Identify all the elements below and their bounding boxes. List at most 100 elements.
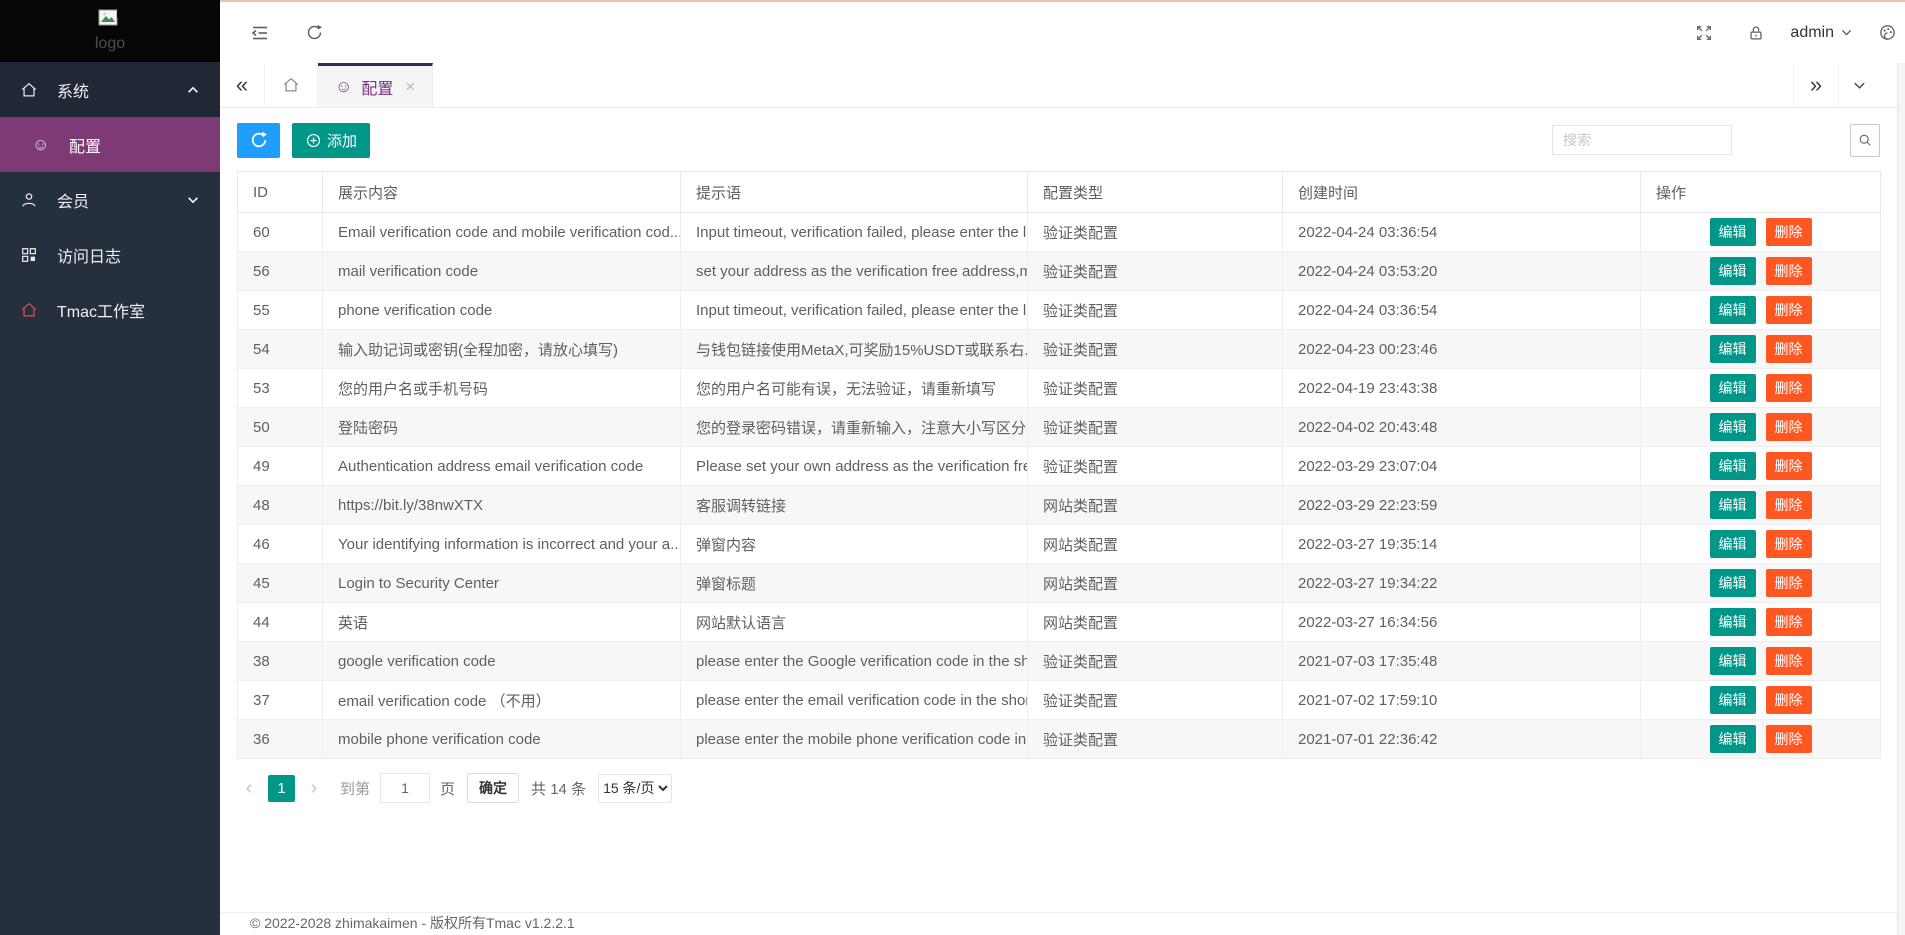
row-actions: 编辑删除 [1641, 564, 1881, 603]
row-tip: 弹窗标题 [681, 564, 1028, 603]
edit-button[interactable]: 编辑 [1710, 686, 1756, 714]
row-type: 网站类配置 [1028, 525, 1283, 564]
table-row: 49Authentication address email verificat… [238, 447, 1881, 486]
sidebar-item-studio[interactable]: Tmac工作室 [0, 282, 220, 337]
delete-button[interactable]: 删除 [1766, 296, 1812, 324]
row-tip: set your address as the verification fre… [681, 252, 1028, 291]
row-content: Your identifying information is incorrec… [323, 525, 681, 564]
add-button[interactable]: 添加 [292, 123, 370, 158]
table-row: 45Login to Security Center弹窗标题网站类配置2022-… [238, 564, 1881, 603]
row-created: 2021-07-02 17:59:10 [1283, 681, 1641, 720]
edit-button[interactable]: 编辑 [1710, 413, 1756, 441]
home-icon [282, 76, 300, 94]
row-type: 验证类配置 [1028, 213, 1283, 252]
row-type: 验证类配置 [1028, 330, 1283, 369]
delete-button[interactable]: 删除 [1766, 257, 1812, 285]
search-button[interactable] [1850, 124, 1880, 157]
fullscreen-icon[interactable] [1686, 15, 1722, 51]
row-id: 60 [238, 213, 323, 252]
row-type: 验证类配置 [1028, 408, 1283, 447]
row-content: google verification code [323, 642, 681, 681]
edit-button[interactable]: 编辑 [1710, 296, 1756, 324]
row-actions: 编辑删除 [1641, 525, 1881, 564]
row-actions: 编辑删除 [1641, 291, 1881, 330]
home-icon [20, 81, 44, 99]
sidebar-item-config[interactable]: ☺ 配置 [0, 117, 220, 172]
row-content: Login to Security Center [323, 564, 681, 603]
delete-button[interactable]: 删除 [1766, 491, 1812, 519]
delete-button[interactable]: 删除 [1766, 374, 1812, 402]
confirm-page-button[interactable]: 确定 [467, 773, 519, 803]
pagination: ‹ 1 › 到第 页 确定 共 14 条 15 条/页 [237, 773, 1880, 803]
row-id: 37 [238, 681, 323, 720]
scroll-tabs-right-button[interactable]: » [1793, 63, 1838, 107]
delete-button[interactable]: 删除 [1766, 569, 1812, 597]
total-count-label: 共 14 条 [531, 778, 586, 799]
row-tip: 弹窗内容 [681, 525, 1028, 564]
table-row: 50登陆密码您的登录密码错误，请重新输入，注意大小写区分...验证类配置2022… [238, 408, 1881, 447]
column-header-content: 展示内容 [323, 172, 681, 213]
edit-button[interactable]: 编辑 [1710, 569, 1756, 597]
row-content: email verification code （不用） [323, 681, 681, 720]
edit-button[interactable]: 编辑 [1710, 491, 1756, 519]
row-type: 验证类配置 [1028, 681, 1283, 720]
row-actions: 编辑删除 [1641, 603, 1881, 642]
edit-button[interactable]: 编辑 [1710, 335, 1756, 363]
edit-button[interactable]: 编辑 [1710, 374, 1756, 402]
goto-page-input[interactable] [380, 773, 430, 803]
topbar: admin [220, 2, 1905, 63]
delete-button[interactable]: 删除 [1766, 452, 1812, 480]
delete-button[interactable]: 删除 [1766, 647, 1812, 675]
delete-button[interactable]: 删除 [1766, 335, 1812, 363]
prev-page-button[interactable]: ‹ [237, 774, 261, 802]
refresh-icon[interactable] [296, 15, 332, 51]
close-icon[interactable]: × [405, 77, 415, 97]
row-id: 55 [238, 291, 323, 330]
tab-home[interactable] [264, 63, 318, 107]
home-icon-red [20, 301, 44, 319]
edit-button[interactable]: 编辑 [1710, 257, 1756, 285]
sidebar-item-access-log[interactable]: 访问日志 [0, 227, 220, 282]
content-panel: 添加 ID 展示内容 提示语 配置类型 [220, 108, 1905, 803]
sidebar-item-label: 访问日志 [57, 243, 121, 267]
lock-icon[interactable] [1738, 15, 1774, 51]
delete-button[interactable]: 删除 [1766, 608, 1812, 636]
edit-button[interactable]: 编辑 [1710, 608, 1756, 636]
footer: © 2022-2028 zhimakaimen - 版权所有Tmac v1.2.… [220, 912, 1905, 935]
edit-button[interactable]: 编辑 [1710, 725, 1756, 753]
row-tip: 客服调转链接 [681, 486, 1028, 525]
edit-button[interactable]: 编辑 [1710, 647, 1756, 675]
row-tip: 您的用户名可能有误，无法验证，请重新填写 [681, 369, 1028, 408]
search-input[interactable] [1552, 125, 1732, 155]
edit-button[interactable]: 编辑 [1710, 530, 1756, 558]
tab-options-dropdown[interactable] [1838, 63, 1879, 107]
page-size-select[interactable]: 15 条/页 [598, 774, 672, 803]
delete-button[interactable]: 删除 [1766, 218, 1812, 246]
collapse-sidebar-icon[interactable] [242, 15, 278, 51]
admin-dropdown[interactable]: admin [1790, 24, 1853, 42]
row-id: 38 [238, 642, 323, 681]
delete-button[interactable]: 删除 [1766, 530, 1812, 558]
scrollbar[interactable] [1897, 63, 1905, 935]
current-page-button[interactable]: 1 [268, 775, 295, 802]
next-page-button[interactable]: › [302, 774, 326, 802]
scroll-tabs-left-button[interactable]: « [220, 63, 264, 107]
delete-button[interactable]: 删除 [1766, 686, 1812, 714]
chevron-up-icon [186, 83, 200, 97]
row-id: 53 [238, 369, 323, 408]
edit-button[interactable]: 编辑 [1710, 452, 1756, 480]
table-row: 38google verification codeplease enter t… [238, 642, 1881, 681]
row-created: 2022-04-24 03:36:54 [1283, 213, 1641, 252]
delete-button[interactable]: 删除 [1766, 413, 1812, 441]
sidebar-item-system[interactable]: 系统 [0, 62, 220, 117]
delete-button[interactable]: 删除 [1766, 725, 1812, 753]
row-id: 54 [238, 330, 323, 369]
edit-button[interactable]: 编辑 [1710, 218, 1756, 246]
tab-config[interactable]: ☺ 配置 × [318, 63, 433, 107]
page-unit-label: 页 [440, 778, 455, 799]
sidebar-item-member[interactable]: 会员 [0, 172, 220, 227]
main-area: admin « ☺ 配置 × » [220, 0, 1905, 935]
refresh-table-button[interactable] [237, 123, 280, 158]
row-created: 2022-04-02 20:43:48 [1283, 408, 1641, 447]
theme-palette-icon[interactable] [1869, 15, 1905, 51]
